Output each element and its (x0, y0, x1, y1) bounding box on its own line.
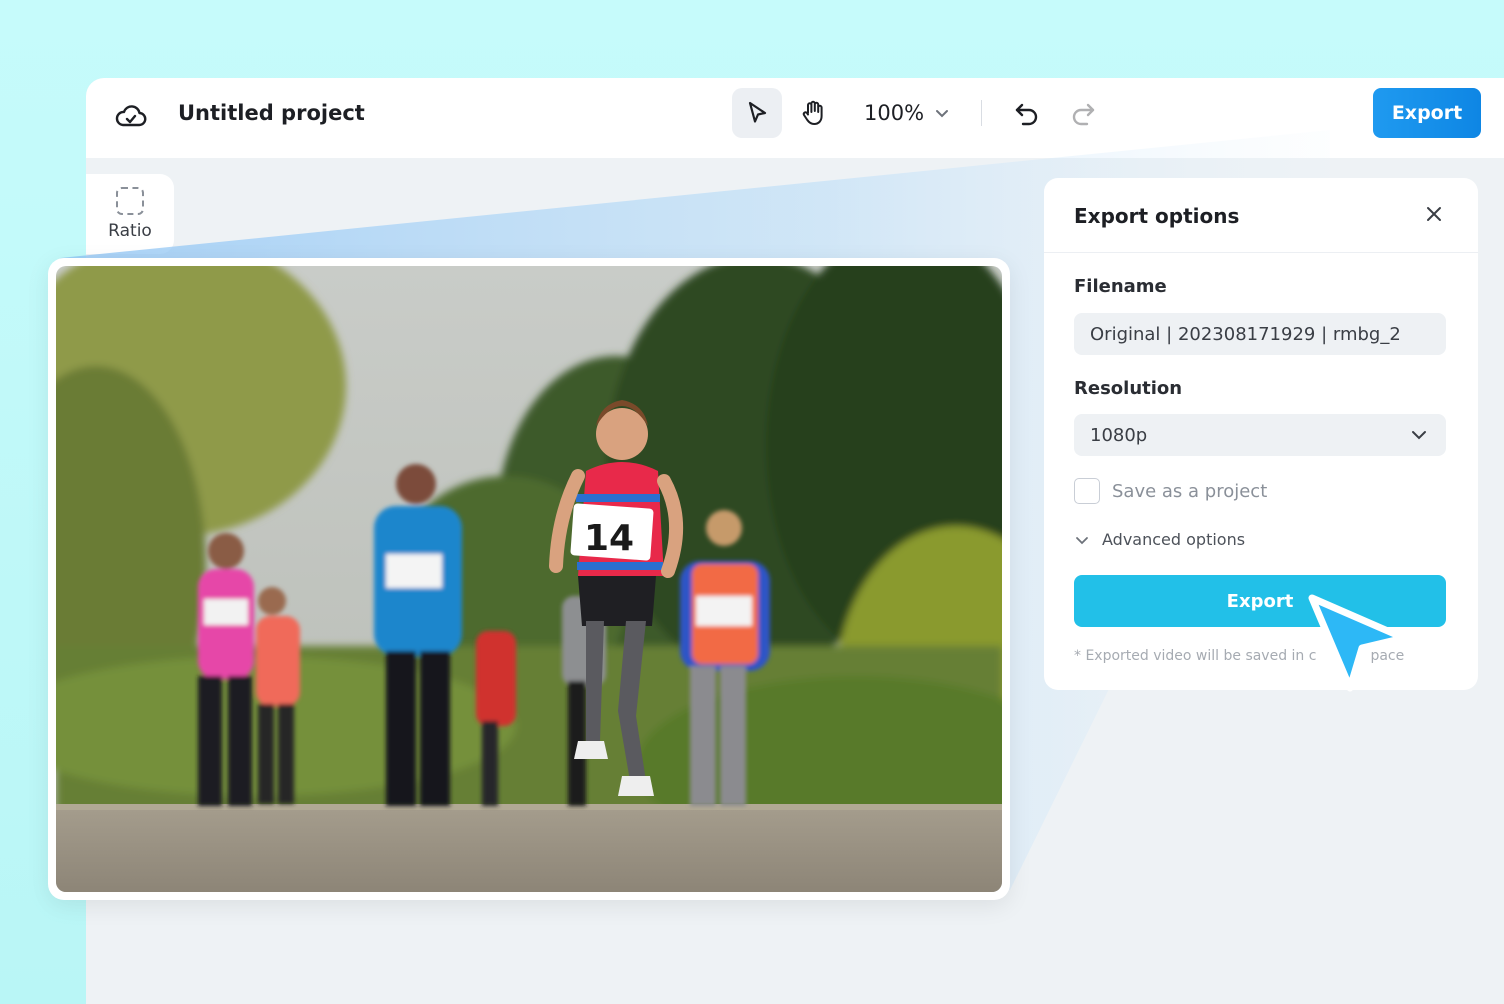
hand-tool-button[interactable] (788, 88, 838, 138)
panel-title: Export options (1074, 204, 1240, 228)
advanced-options-toggle[interactable]: Advanced options (1074, 530, 1245, 549)
save-as-project-label: Save as a project (1112, 480, 1268, 502)
close-icon[interactable] (1424, 204, 1444, 224)
panel-divider (1044, 252, 1478, 253)
redo-icon[interactable] (1068, 98, 1098, 128)
bib-number: 14 (584, 518, 634, 559)
zoom-label: 100% (864, 101, 925, 125)
topbar: Untitled project 100% Export (86, 78, 1504, 158)
export-top-button[interactable]: Export (1373, 88, 1481, 138)
advanced-options-label: Advanced options (1102, 530, 1246, 549)
ratio-icon (116, 187, 144, 215)
hand-icon (802, 100, 823, 125)
filename-label: Filename (1074, 276, 1167, 297)
chevron-down-icon (1412, 431, 1426, 440)
pointer-icon (748, 101, 767, 123)
cursor-arrow-icon (1308, 594, 1408, 692)
filename-value: Original | 202308171929 | rmbg_2 (1090, 323, 1401, 345)
cloud-check-icon[interactable] (114, 100, 148, 134)
filename-field[interactable]: Original | 202308171929 | rmbg_2 (1074, 313, 1446, 355)
canvas-image-card[interactable]: 14 (48, 258, 1010, 900)
select-tool-button[interactable] (732, 88, 782, 138)
save-as-project-checkbox[interactable] (1074, 478, 1100, 504)
resolution-value: 1080p (1090, 424, 1148, 446)
undo-icon[interactable] (1012, 98, 1042, 128)
chevron-down-icon (936, 110, 949, 118)
project-title[interactable]: Untitled project (178, 101, 365, 125)
canvas-image[interactable]: 14 (56, 266, 1002, 892)
resolution-select[interactable]: 1080p (1074, 414, 1446, 456)
ratio-button[interactable]: Ratio (86, 174, 174, 254)
chevron-down-icon (1076, 536, 1088, 544)
save-as-project-row[interactable]: Save as a project (1074, 478, 1267, 504)
toolbar-divider (981, 100, 982, 126)
runners-photo: 14 (56, 266, 1002, 892)
resolution-label: Resolution (1074, 378, 1183, 399)
zoom-dropdown[interactable]: 100% (864, 101, 950, 125)
ratio-label: Ratio (108, 221, 152, 241)
export-note-left: * Exported video will be saved in c (1074, 648, 1317, 664)
